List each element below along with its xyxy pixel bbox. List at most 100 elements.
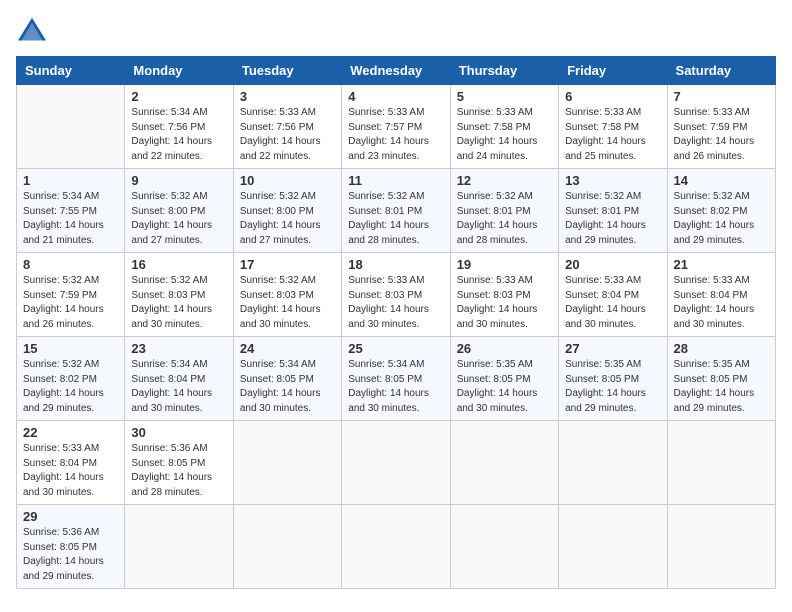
day-info: Sunrise: 5:36 AM Sunset: 8:05 PM Dayligh… — [131, 442, 226, 500]
day-info: Sunrise: 5:33 AM Sunset: 7:59 PM Dayligh… — [674, 106, 769, 164]
calendar-cell: 10 Sunrise: 5:32 AM Sunset: 8:00 PM Dayli… — [233, 169, 341, 253]
day-number: 29 — [23, 509, 118, 524]
calendar-week-2: 1Sunrise: 5:34 AM Sunset: 7:55 PM Daylig… — [17, 169, 776, 253]
day-info: Sunrise: 5:33 AM Sunset: 8:03 PM Dayligh… — [348, 274, 443, 332]
day-info: Sunrise: 5:33 AM Sunset: 7:58 PM Dayligh… — [565, 106, 660, 164]
calendar-cell — [233, 421, 341, 505]
day-number: 8 — [23, 257, 118, 272]
day-number: 12 — [457, 173, 552, 188]
day-info: Sunrise: 5:32 AM Sunset: 8:01 PM Dayligh… — [565, 190, 660, 248]
calendar-cell: 15 Sunrise: 5:32 AM Sunset: 8:02 PM Dayli… — [17, 337, 125, 421]
calendar-cell: 19 Sunrise: 5:33 AM Sunset: 8:03 PM Dayli… — [450, 253, 558, 337]
calendar-cell — [667, 421, 775, 505]
day-number: 4 — [348, 89, 443, 104]
calendar-cell: 22Sunrise: 5:33 AM Sunset: 8:04 PM Dayli… — [17, 421, 125, 505]
day-number: 15 — [23, 341, 118, 356]
calendar-cell: 21Sunrise: 5:33 AM Sunset: 8:04 PM Dayli… — [667, 253, 775, 337]
day-info: Sunrise: 5:33 AM Sunset: 7:56 PM Dayligh… — [240, 106, 335, 164]
calendar-cell — [233, 505, 341, 589]
logo — [16, 16, 52, 44]
day-number: 22 — [23, 425, 118, 440]
day-number: 30 — [131, 425, 226, 440]
calendar-cell — [342, 505, 450, 589]
calendar-week-6: 29 Sunrise: 5:36 AM Sunset: 8:05 PM Dayli… — [17, 505, 776, 589]
calendar-week-3: 8Sunrise: 5:32 AM Sunset: 7:59 PM Daylig… — [17, 253, 776, 337]
day-number: 2 — [131, 89, 226, 104]
day-info: Sunrise: 5:32 AM Sunset: 8:01 PM Dayligh… — [348, 190, 443, 248]
weekday-header-thursday: Thursday — [450, 57, 558, 85]
day-info: Sunrise: 5:34 AM Sunset: 8:05 PM Dayligh… — [348, 358, 443, 416]
calendar-week-4: 15 Sunrise: 5:32 AM Sunset: 8:02 PM Dayli… — [17, 337, 776, 421]
day-info: Sunrise: 5:32 AM Sunset: 8:00 PM Dayligh… — [240, 190, 335, 248]
day-number: 3 — [240, 89, 335, 104]
calendar-cell — [450, 505, 558, 589]
calendar-cell: 6 Sunrise: 5:33 AM Sunset: 7:58 PM Daylig… — [559, 85, 667, 169]
calendar-cell: 5Sunrise: 5:33 AM Sunset: 7:58 PM Daylig… — [450, 85, 558, 169]
calendar-cell: 23 Sunrise: 5:34 AM Sunset: 8:04 PM Dayli… — [125, 337, 233, 421]
day-number: 27 — [565, 341, 660, 356]
day-info: Sunrise: 5:33 AM Sunset: 8:03 PM Dayligh… — [457, 274, 552, 332]
day-info: Sunrise: 5:32 AM Sunset: 8:02 PM Dayligh… — [23, 358, 118, 416]
day-number: 18 — [348, 257, 443, 272]
day-number: 20 — [565, 257, 660, 272]
day-info: Sunrise: 5:34 AM Sunset: 8:05 PM Dayligh… — [240, 358, 335, 416]
day-number: 19 — [457, 257, 552, 272]
day-number: 17 — [240, 257, 335, 272]
day-number: 24 — [240, 341, 335, 356]
day-info: Sunrise: 5:32 AM Sunset: 8:00 PM Dayligh… — [131, 190, 226, 248]
day-info: Sunrise: 5:33 AM Sunset: 8:04 PM Dayligh… — [565, 274, 660, 332]
calendar-cell: 2Sunrise: 5:34 AM Sunset: 7:56 PM Daylig… — [125, 85, 233, 169]
calendar-cell: 8Sunrise: 5:32 AM Sunset: 7:59 PM Daylig… — [17, 253, 125, 337]
day-info: Sunrise: 5:36 AM Sunset: 8:05 PM Dayligh… — [23, 526, 118, 584]
calendar-cell: 14 Sunrise: 5:32 AM Sunset: 8:02 PM Dayli… — [667, 169, 775, 253]
day-number: 6 — [565, 89, 660, 104]
calendar-cell: 3 Sunrise: 5:33 AM Sunset: 7:56 PM Daylig… — [233, 85, 341, 169]
day-number: 14 — [674, 173, 769, 188]
day-info: Sunrise: 5:33 AM Sunset: 7:58 PM Dayligh… — [457, 106, 552, 164]
calendar-cell: 11 Sunrise: 5:32 AM Sunset: 8:01 PM Dayli… — [342, 169, 450, 253]
day-number: 28 — [674, 341, 769, 356]
calendar-cell — [17, 85, 125, 169]
day-number: 23 — [131, 341, 226, 356]
calendar-cell: 4 Sunrise: 5:33 AM Sunset: 7:57 PM Daylig… — [342, 85, 450, 169]
day-info: Sunrise: 5:33 AM Sunset: 8:04 PM Dayligh… — [674, 274, 769, 332]
calendar-cell — [559, 505, 667, 589]
day-number: 26 — [457, 341, 552, 356]
calendar-cell: 29 Sunrise: 5:36 AM Sunset: 8:05 PM Dayli… — [17, 505, 125, 589]
day-number: 7 — [674, 89, 769, 104]
calendar-cell: 17 Sunrise: 5:32 AM Sunset: 8:03 PM Dayli… — [233, 253, 341, 337]
weekday-header-friday: Friday — [559, 57, 667, 85]
day-info: Sunrise: 5:32 AM Sunset: 8:03 PM Dayligh… — [131, 274, 226, 332]
page-header — [16, 16, 776, 44]
day-info: Sunrise: 5:34 AM Sunset: 8:04 PM Dayligh… — [131, 358, 226, 416]
weekday-header-saturday: Saturday — [667, 57, 775, 85]
weekday-header-tuesday: Tuesday — [233, 57, 341, 85]
calendar-cell: 27 Sunrise: 5:35 AM Sunset: 8:05 PM Dayli… — [559, 337, 667, 421]
day-info: Sunrise: 5:32 AM Sunset: 8:01 PM Dayligh… — [457, 190, 552, 248]
weekday-header-sunday: Sunday — [17, 57, 125, 85]
day-number: 10 — [240, 173, 335, 188]
day-number: 11 — [348, 173, 443, 188]
calendar-cell: 12 Sunrise: 5:32 AM Sunset: 8:01 PM Dayli… — [450, 169, 558, 253]
day-info: Sunrise: 5:35 AM Sunset: 8:05 PM Dayligh… — [565, 358, 660, 416]
calendar-cell — [450, 421, 558, 505]
day-number: 25 — [348, 341, 443, 356]
weekday-header-wednesday: Wednesday — [342, 57, 450, 85]
calendar-cell: 28Sunrise: 5:35 AM Sunset: 8:05 PM Dayli… — [667, 337, 775, 421]
day-info: Sunrise: 5:32 AM Sunset: 8:03 PM Dayligh… — [240, 274, 335, 332]
calendar-cell: 18 Sunrise: 5:33 AM Sunset: 8:03 PM Dayli… — [342, 253, 450, 337]
calendar-cell: 26 Sunrise: 5:35 AM Sunset: 8:05 PM Dayli… — [450, 337, 558, 421]
calendar-cell: 24 Sunrise: 5:34 AM Sunset: 8:05 PM Dayli… — [233, 337, 341, 421]
calendar-week-5: 22Sunrise: 5:33 AM Sunset: 8:04 PM Dayli… — [17, 421, 776, 505]
calendar-cell: 30 Sunrise: 5:36 AM Sunset: 8:05 PM Dayli… — [125, 421, 233, 505]
day-info: Sunrise: 5:35 AM Sunset: 8:05 PM Dayligh… — [457, 358, 552, 416]
calendar-cell: 7 Sunrise: 5:33 AM Sunset: 7:59 PM Daylig… — [667, 85, 775, 169]
day-number: 16 — [131, 257, 226, 272]
day-info: Sunrise: 5:32 AM Sunset: 8:02 PM Dayligh… — [674, 190, 769, 248]
calendar-cell: 1Sunrise: 5:34 AM Sunset: 7:55 PM Daylig… — [17, 169, 125, 253]
calendar-cell: 16 Sunrise: 5:32 AM Sunset: 8:03 PM Dayli… — [125, 253, 233, 337]
calendar-cell — [559, 421, 667, 505]
day-number: 9 — [131, 173, 226, 188]
day-info: Sunrise: 5:33 AM Sunset: 7:57 PM Dayligh… — [348, 106, 443, 164]
calendar-cell: 13Sunrise: 5:32 AM Sunset: 8:01 PM Dayli… — [559, 169, 667, 253]
